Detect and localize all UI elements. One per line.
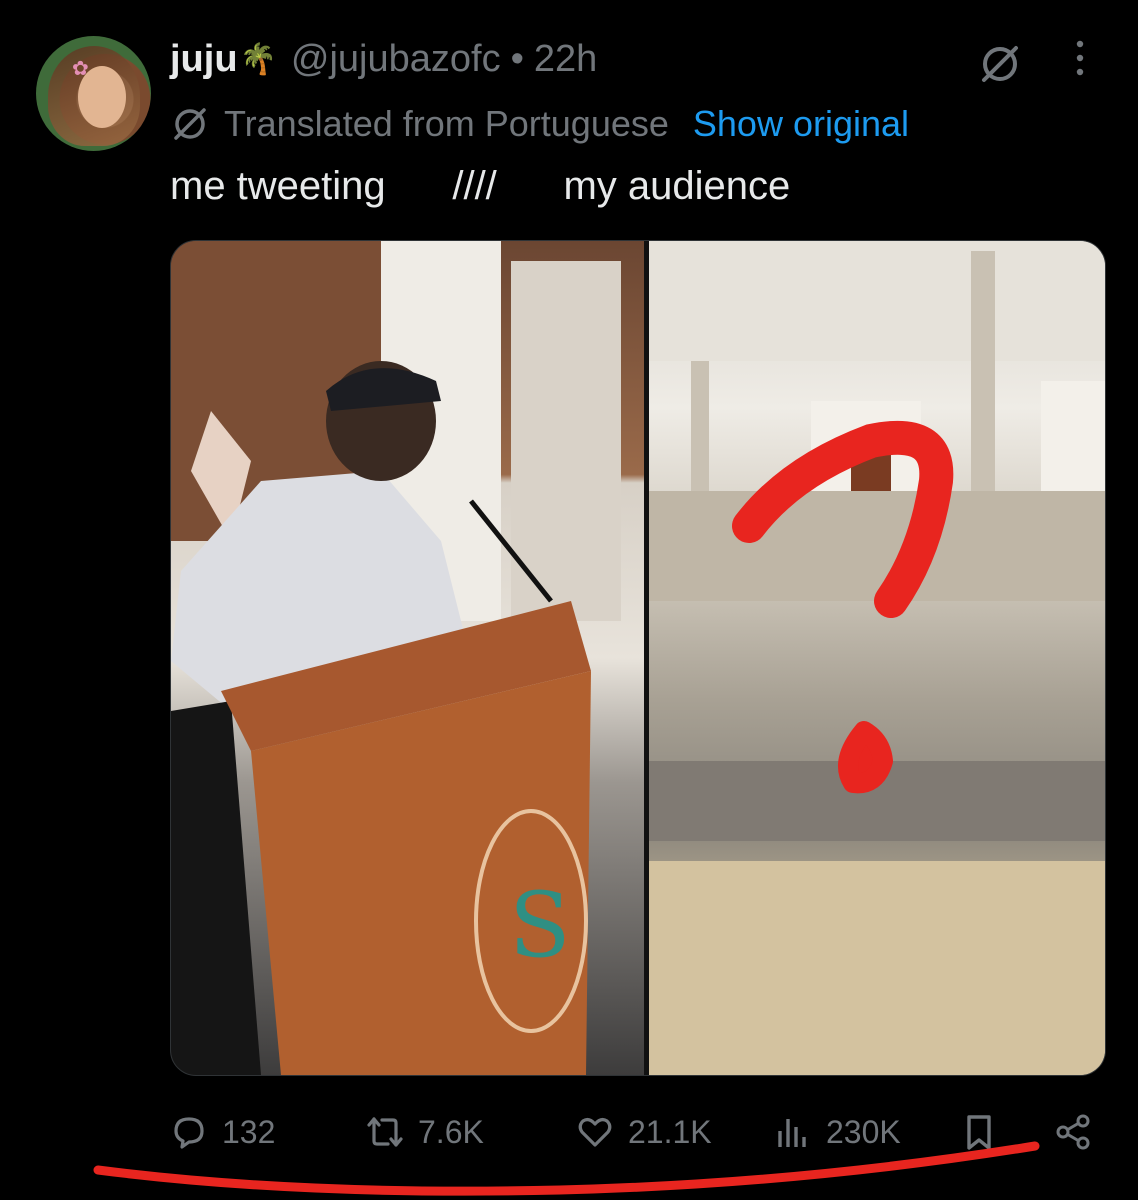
- hall-ceiling: [649, 241, 1105, 361]
- podium-letter: S: [509, 873, 571, 978]
- more-dots-icon[interactable]: [1068, 38, 1092, 78]
- repost-button[interactable]: 7.6K: [366, 1108, 484, 1156]
- avatar-flower: ✿: [72, 58, 89, 80]
- speaker-legs: [171, 701, 261, 1075]
- hall-wall-panel-right: [1041, 381, 1105, 501]
- hall-floor-far: [649, 491, 1105, 601]
- hall-floor-near: [649, 861, 1105, 1075]
- doorway: [511, 261, 621, 621]
- heart-icon: [578, 1117, 612, 1147]
- tweet-time[interactable]: 22h: [534, 38, 597, 81]
- author-name[interactable]: juju: [170, 38, 238, 81]
- like-button[interactable]: 21.1K: [576, 1108, 712, 1156]
- palm-emoji: 🌴: [239, 42, 277, 76]
- share-button[interactable]: [1054, 1108, 1106, 1156]
- translated-label: Translated from Portuguese: [224, 103, 669, 144]
- views-icon: [778, 1119, 806, 1147]
- grok-icon[interactable]: [978, 42, 1022, 86]
- reply-button[interactable]: 132: [170, 1108, 275, 1156]
- translation-notice: Translated from Portuguese Show original: [170, 100, 909, 148]
- separator-dot: •: [510, 37, 524, 80]
- repost-count: 7.6K: [418, 1113, 484, 1150]
- show-original-link[interactable]: Show original: [693, 103, 909, 145]
- translate-icon: [174, 108, 206, 140]
- media-illustration: S: [171, 241, 1105, 1075]
- bookmark-button[interactable]: [960, 1108, 1012, 1156]
- views-count: 230K: [826, 1113, 901, 1150]
- red-question-mark-dot: [838, 721, 893, 794]
- author-avatar[interactable]: ✿: [36, 36, 151, 151]
- reply-count: 132: [222, 1113, 276, 1150]
- tweet-text: me tweeting //// my audience: [170, 164, 791, 208]
- bookmark-icon: [967, 1115, 991, 1150]
- tweet-media-image[interactable]: S: [170, 240, 1106, 1076]
- repost-icon: [367, 1117, 403, 1147]
- author-handle[interactable]: @jujubazofc: [291, 38, 501, 81]
- reply-icon: [174, 1117, 204, 1149]
- tweet-actions: 132 7.6K 21.1K 230K: [170, 1108, 1104, 1156]
- hall-column-2: [971, 251, 995, 501]
- tweet-header: juju 🌴 @jujubazofc • 22h: [170, 34, 597, 84]
- share-icon: [1056, 1114, 1090, 1150]
- like-count: 21.1K: [628, 1113, 712, 1150]
- views-button[interactable]: 230K: [774, 1108, 901, 1156]
